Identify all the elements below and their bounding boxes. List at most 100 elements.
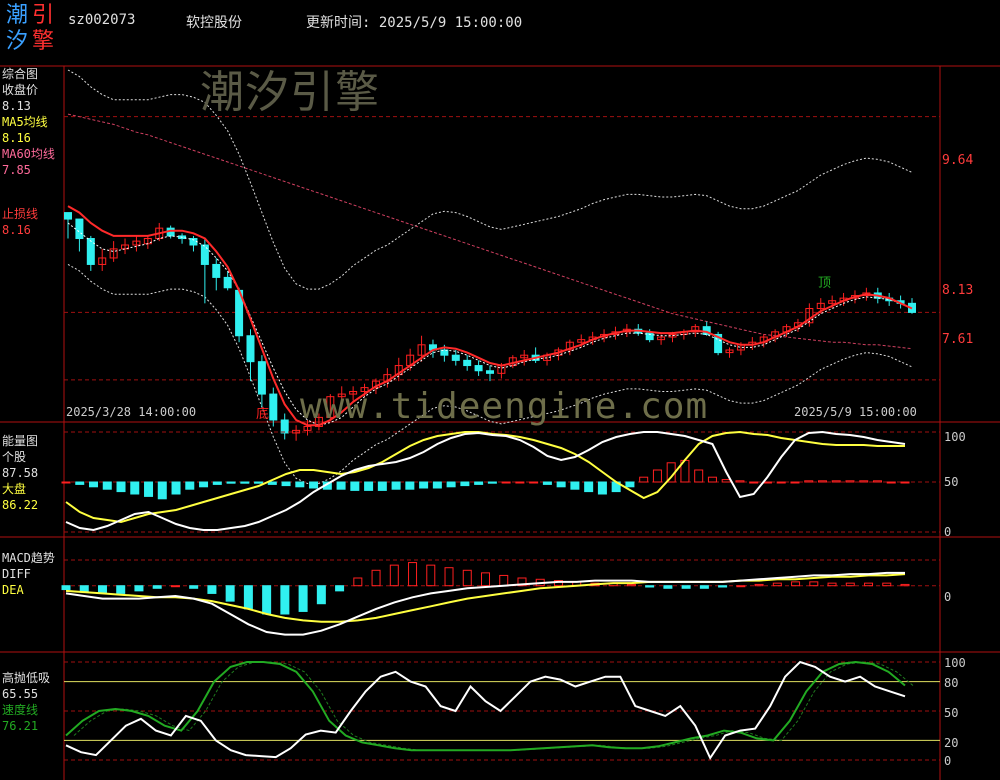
macd-bar xyxy=(499,574,509,587)
stop-value: 8.16 xyxy=(2,223,31,237)
energy-bar xyxy=(254,481,264,484)
macd-bar xyxy=(298,585,308,612)
energy-bar xyxy=(61,481,71,484)
p1-tick-high: 9.64 xyxy=(942,153,974,168)
p4-tick-20: 20 xyxy=(944,736,959,750)
energy-bar xyxy=(405,481,415,490)
panel4-labels: 高抛低吸 65.55 速度线 76.21 xyxy=(2,670,50,734)
candle-body xyxy=(451,354,460,361)
macd-bar xyxy=(335,585,345,592)
stock-energy-label: 个股 xyxy=(2,450,27,464)
macd-bar xyxy=(243,585,253,610)
ma60-value: 7.85 xyxy=(2,163,31,177)
diff-line xyxy=(65,571,905,636)
p1-tick-low: 7.61 xyxy=(942,332,974,347)
macd-bar xyxy=(189,585,199,589)
energy-bar xyxy=(501,481,511,484)
energy-bar xyxy=(75,481,85,485)
macd-bar xyxy=(791,581,801,587)
energy-bar xyxy=(474,481,484,485)
p2-tick-50: 50 xyxy=(944,475,959,489)
bottom-mark: 底 xyxy=(256,407,270,422)
macd-bar xyxy=(280,585,290,615)
stock-energy-value: 87.58 xyxy=(2,466,39,480)
macd-bar xyxy=(718,585,728,588)
energy-bar xyxy=(212,481,222,485)
energy-bar xyxy=(377,481,387,491)
dea-label: DEA xyxy=(2,583,24,597)
energy-bar xyxy=(845,480,855,483)
energy-bar xyxy=(707,476,717,483)
macd-bar xyxy=(626,583,636,587)
date-end: 2025/5/9 15:00:00 xyxy=(794,405,917,419)
energy-bar xyxy=(199,481,209,488)
macd-bar xyxy=(353,577,363,587)
candle-body xyxy=(64,212,72,220)
energy-bar xyxy=(735,480,745,483)
macd-bar xyxy=(864,582,874,587)
energy-bar xyxy=(240,481,250,484)
macd-bar xyxy=(845,582,855,587)
market-energy-value: 86.22 xyxy=(2,498,39,512)
energy-bar xyxy=(817,480,827,483)
p4-tick-100: 100 xyxy=(944,656,966,670)
macd-bar xyxy=(408,562,418,587)
candle-body xyxy=(246,335,255,363)
macd-bar xyxy=(134,585,144,592)
macd-bar xyxy=(809,581,819,587)
energy-bar xyxy=(267,481,277,485)
panel3-title: MACD趋势 xyxy=(2,551,55,565)
energy-bar xyxy=(900,481,910,484)
energy-bar xyxy=(515,481,525,484)
energy-bar xyxy=(309,481,319,489)
candle-body xyxy=(75,218,84,240)
energy-bar xyxy=(364,481,374,491)
candle-body xyxy=(486,370,494,374)
speed-label: 速度线 xyxy=(2,703,39,717)
energy-bar xyxy=(295,481,305,488)
macd-bar xyxy=(426,564,436,587)
energy-bar xyxy=(419,481,429,489)
energy-bar xyxy=(171,481,181,495)
macd-bar xyxy=(61,585,71,591)
p3-tick-0: 0 xyxy=(944,590,952,604)
energy-bar xyxy=(446,481,456,488)
macd-bar xyxy=(663,585,673,589)
energy-bar xyxy=(432,481,442,489)
energy-bar xyxy=(721,479,731,483)
panel4-value: 65.55 xyxy=(2,687,39,701)
candle-body xyxy=(223,276,232,289)
macd-bar xyxy=(900,583,910,587)
speed-value: 76.21 xyxy=(2,719,39,733)
energy-bar xyxy=(886,481,896,484)
candle-body xyxy=(269,393,278,421)
candle-body xyxy=(474,365,483,372)
energy-bar xyxy=(570,481,580,490)
energy-bar xyxy=(281,481,291,487)
watermark-cn: 潮汐引擎 xyxy=(200,67,380,118)
p4-tick-50: 50 xyxy=(944,706,959,720)
p1-tick-mid: 8.13 xyxy=(942,283,974,298)
ma5-label: MA5均线 xyxy=(2,115,48,129)
macd-bar xyxy=(207,585,217,594)
panel2-title: 能量图 xyxy=(2,434,39,448)
energy-bar xyxy=(487,481,497,484)
macd-bar xyxy=(681,585,691,589)
energy-bar xyxy=(762,481,772,484)
upper-channel-line xyxy=(67,69,913,290)
panel3-labels: MACD趋势 DIFF DEA xyxy=(2,550,55,598)
energy-bar xyxy=(597,481,607,495)
panel2-labels: 能量图 个股 87.58 大盘 86.22 xyxy=(2,433,38,513)
macd-bar xyxy=(152,585,162,589)
candle-body xyxy=(200,244,209,265)
energy-bar xyxy=(694,469,704,483)
energy-bar xyxy=(391,481,401,490)
macd-bar xyxy=(827,582,837,587)
energy-bar xyxy=(157,481,167,500)
macd-bar xyxy=(699,585,709,589)
panel1-labels: 综合图 收盘价 8.13 MA5均线 8.16 MA60均线 7.85 止损线 … xyxy=(2,66,55,238)
macd-bar xyxy=(371,569,381,587)
top-mark: 顶 xyxy=(818,276,832,291)
highlow-line xyxy=(65,660,906,761)
energy-bar xyxy=(350,481,360,491)
